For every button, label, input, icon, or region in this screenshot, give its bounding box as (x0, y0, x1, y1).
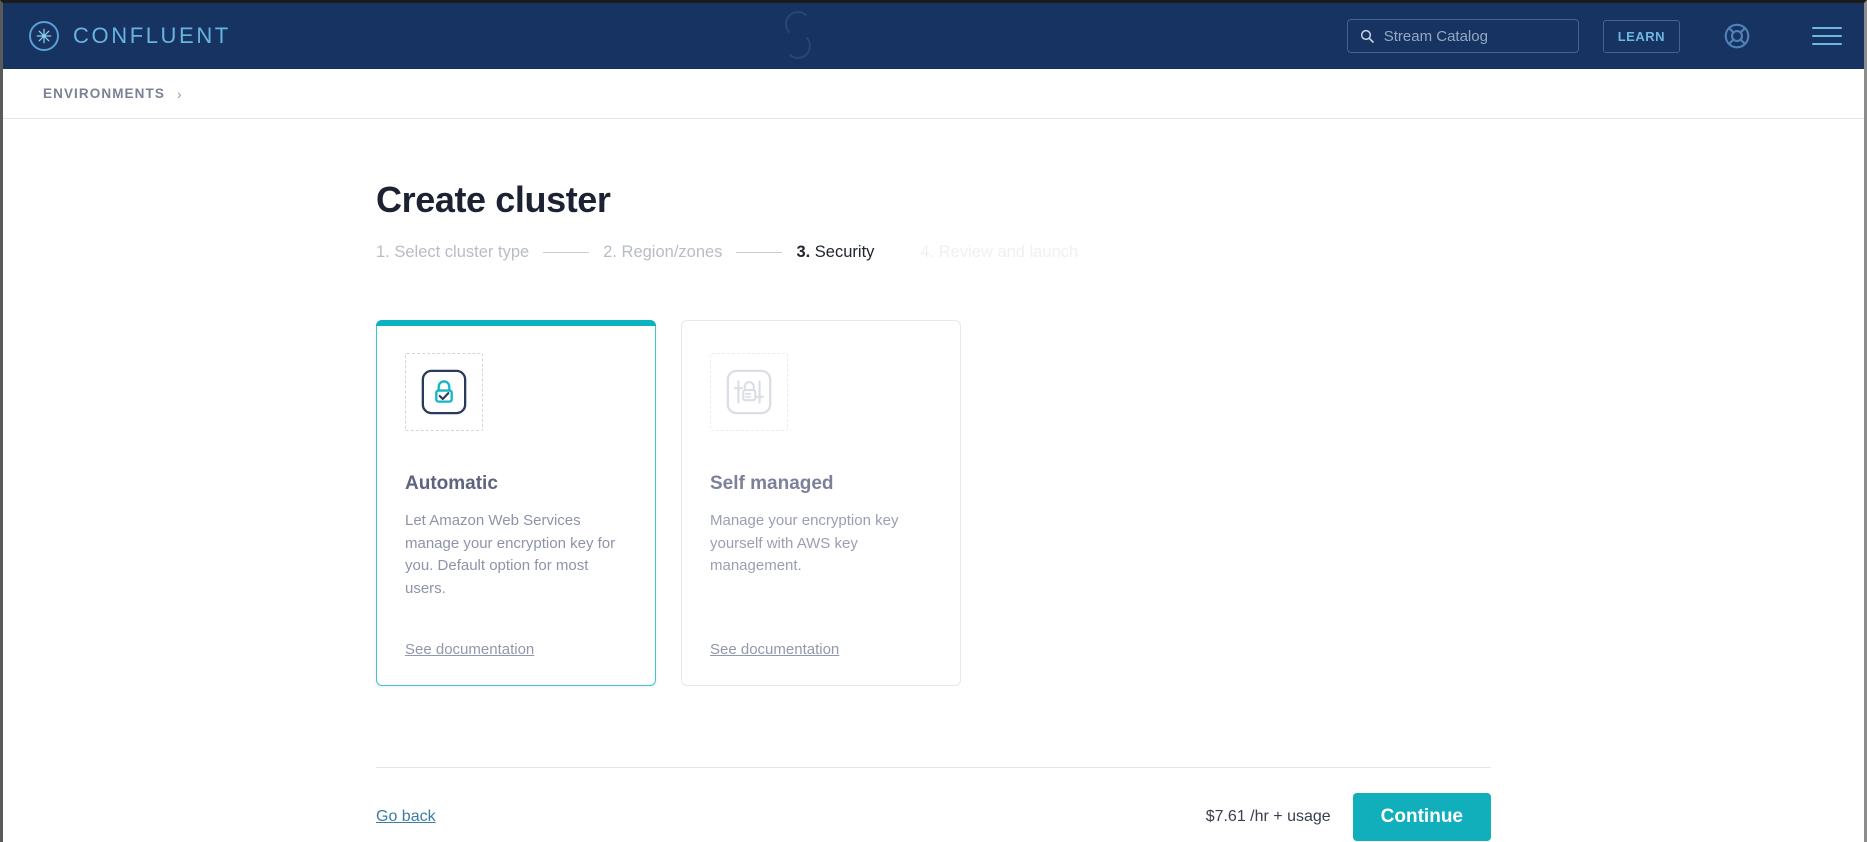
lifebuoy-help-icon (1724, 23, 1750, 49)
chevron-right-icon: › (176, 85, 182, 102)
page-title: Create cluster (376, 179, 611, 220)
step-3-number: 3. (796, 243, 811, 261)
step-2-label: Region/zones (621, 243, 723, 261)
step-2-number: 2. (603, 243, 617, 261)
step-4-label: Review and launch (938, 243, 1079, 261)
search-icon (1360, 29, 1374, 43)
footer-divider (376, 767, 1491, 768)
breadcrumb-item-environments[interactable]: ENVIRONMENTS (43, 86, 165, 101)
footer-actions: $7.61 /hr + usage Continue (1206, 793, 1491, 841)
go-back-link[interactable]: Go back (376, 808, 436, 826)
step-1-select-cluster-type[interactable]: 1. Select cluster type (376, 243, 529, 262)
step-4-number: 4. (920, 243, 935, 261)
browser-viewport: CONFLUENT LEARN (0, 0, 1867, 842)
card-self-managed-documentation-link[interactable]: See documentation (710, 641, 839, 658)
top-navigation-bar: CONFLUENT LEARN (3, 3, 1864, 69)
step-1-number: 1. (376, 243, 390, 261)
confluent-logo-icon (29, 21, 59, 51)
hamburger-menu-icon (1812, 27, 1842, 45)
help-button[interactable] (1722, 21, 1752, 51)
step-connector-1 (543, 252, 590, 253)
page-body: Create cluster 1. Select cluster type 2.… (3, 119, 1864, 686)
step-4-review-and-launch: 4. Review and launch (920, 243, 1078, 262)
card-self-managed-description: Manage your encryption key yourself with… (710, 512, 899, 574)
confluent-spark-icon (36, 28, 52, 44)
automatic-icon-frame (405, 353, 483, 431)
card-self-managed-title: Self managed (710, 473, 834, 494)
step-connector-2 (736, 252, 783, 253)
confluent-brand-logo[interactable]: CONFLUENT (29, 21, 231, 51)
card-automatic-title: Automatic (405, 473, 498, 494)
lock-sliders-icon (726, 369, 772, 415)
step-3-security[interactable]: 3. Security (796, 243, 874, 262)
card-automatic-description: Let Amazon Web Services manage your encr… (405, 512, 616, 597)
price-estimate-label: $7.61 /hr + usage (1205, 808, 1331, 825)
wizard-footer: Go back $7.61 /hr + usage Continue (376, 793, 1491, 841)
brand-name-label: CONFLUENT (73, 23, 231, 48)
step-2-region-zones[interactable]: 2. Region/zones (603, 243, 722, 262)
continue-button[interactable]: Continue (1352, 793, 1491, 841)
encryption-option-cards: Automatic Let Amazon Web Services manage… (376, 320, 1864, 686)
learn-button[interactable]: LEARN (1602, 19, 1680, 53)
stream-catalog-search[interactable] (1346, 19, 1579, 53)
card-automatic-documentation-link[interactable]: See documentation (405, 641, 534, 658)
breadcrumb: ENVIRONMENTS › (3, 69, 1864, 119)
main-menu-button[interactable] (1812, 27, 1842, 45)
search-input[interactable] (1383, 27, 1567, 45)
card-self-managed[interactable]: Self managed Manage your encryption key … (681, 320, 961, 686)
wizard-stepper: 1. Select cluster type 2. Region/zones 3… (376, 243, 1864, 262)
step-3-label: Security (814, 243, 875, 261)
loading-spinner-artifact-lower (785, 33, 811, 59)
self-managed-icon-frame (710, 353, 788, 431)
card-automatic[interactable]: Automatic Let Amazon Web Services manage… (376, 320, 656, 686)
step-1-label: Select cluster type (394, 243, 530, 261)
lock-check-icon (421, 369, 467, 415)
